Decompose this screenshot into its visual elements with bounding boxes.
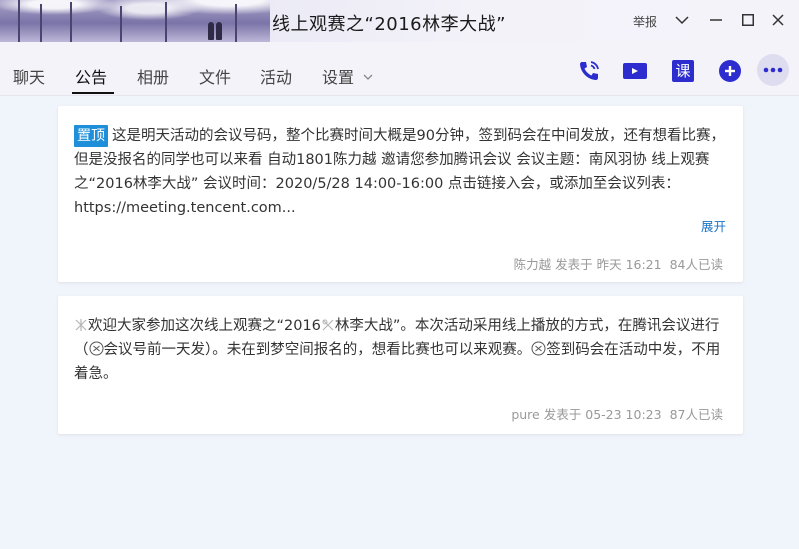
active-tab-indicator xyxy=(72,92,114,94)
tab-announcements[interactable]: 公告 xyxy=(75,64,107,88)
announcement-text: 置顶 这是明天活动的会议号码，整个比赛时间大概是90分钟，签到码会在中间发放，还有… xyxy=(74,124,730,220)
sparkle-emoji-icon xyxy=(322,319,334,331)
announcement-content-part-a: 欢迎大家参加这次线上观赛之“2016 xyxy=(88,318,321,334)
course-icon: 课 xyxy=(672,60,694,82)
title-bar: 线上观赛之“2016林李大战” 举报 xyxy=(0,0,799,42)
tab-album[interactable]: 相册 xyxy=(137,64,169,88)
tab-settings[interactable]: 设置 xyxy=(322,64,373,88)
tab-settings-label: 设置 xyxy=(322,68,355,87)
announcement-content-part-c: 会议号前一天发）。未在到梦空间报名的，想看比赛也可以来观赛。 xyxy=(103,342,532,358)
announcement-card[interactable]: 置顶 这是明天活动的会议号码，整个比赛时间大概是90分钟，签到码会在中间发放，还有… xyxy=(58,106,743,282)
window-title: 线上观赛之“2016林李大战” xyxy=(272,14,506,35)
report-button[interactable]: 举报 xyxy=(633,13,657,30)
post-time: 05-23 10:23 xyxy=(585,407,662,422)
secret-emoji-icon xyxy=(89,341,103,356)
read-count[interactable]: 87人已读 xyxy=(670,407,723,422)
announcement-content: 这是明天活动的会议号码，整个比赛时间大概是90分钟，签到码会在中间发放，还有想看… xyxy=(74,128,725,216)
pinned-badge: 置顶 xyxy=(74,125,108,147)
close-icon[interactable] xyxy=(768,10,788,30)
posted-label: 发表于 xyxy=(555,257,593,272)
announcement-meta: pure 发表于 05-23 10:23 87人已读 xyxy=(511,404,723,423)
add-app-icon[interactable] xyxy=(717,58,743,84)
expand-link[interactable]: 展开 xyxy=(701,216,726,235)
course-button[interactable]: 课 xyxy=(670,58,696,84)
announcement-list: 置顶 这是明天活动的会议号码，整个比赛时间大概是90分钟，签到码会在中间发放，还有… xyxy=(0,96,799,549)
tab-activity[interactable]: 活动 xyxy=(260,64,292,88)
announcement-meta: 陈力越 发表于 昨天 16:21 84人已读 xyxy=(514,254,723,273)
video-call-icon[interactable] xyxy=(622,58,648,84)
posted-label: 发表于 xyxy=(543,407,582,422)
phone-call-icon[interactable] xyxy=(576,58,602,84)
tab-bar: 聊天 公告 相册 文件 活动 设置 课 xyxy=(0,42,799,96)
maximize-icon[interactable] xyxy=(738,10,758,30)
tab-chat[interactable]: 聊天 xyxy=(13,64,45,88)
chevron-down-icon[interactable] xyxy=(672,10,692,30)
minimize-icon[interactable] xyxy=(706,10,726,30)
more-options-icon[interactable] xyxy=(757,54,789,86)
read-count[interactable]: 84人已读 xyxy=(670,257,723,272)
tab-files[interactable]: 文件 xyxy=(199,64,231,88)
announcement-text: 欢迎大家参加这次线上观赛之“2016 林李大战”。本次活动采用线上播放的方式，在腾… xyxy=(74,314,730,386)
secret-emoji-icon xyxy=(531,341,546,356)
banner-image xyxy=(0,0,270,42)
announcement-card[interactable]: 欢迎大家参加这次线上观赛之“2016 林李大战”。本次活动采用线上播放的方式，在腾… xyxy=(58,296,743,434)
author-name: pure xyxy=(511,407,540,422)
sparkle-emoji-icon xyxy=(75,319,87,331)
chevron-down-icon xyxy=(363,74,373,80)
author-name: 陈力越 xyxy=(513,257,552,272)
post-time: 昨天 16:21 xyxy=(596,257,662,272)
